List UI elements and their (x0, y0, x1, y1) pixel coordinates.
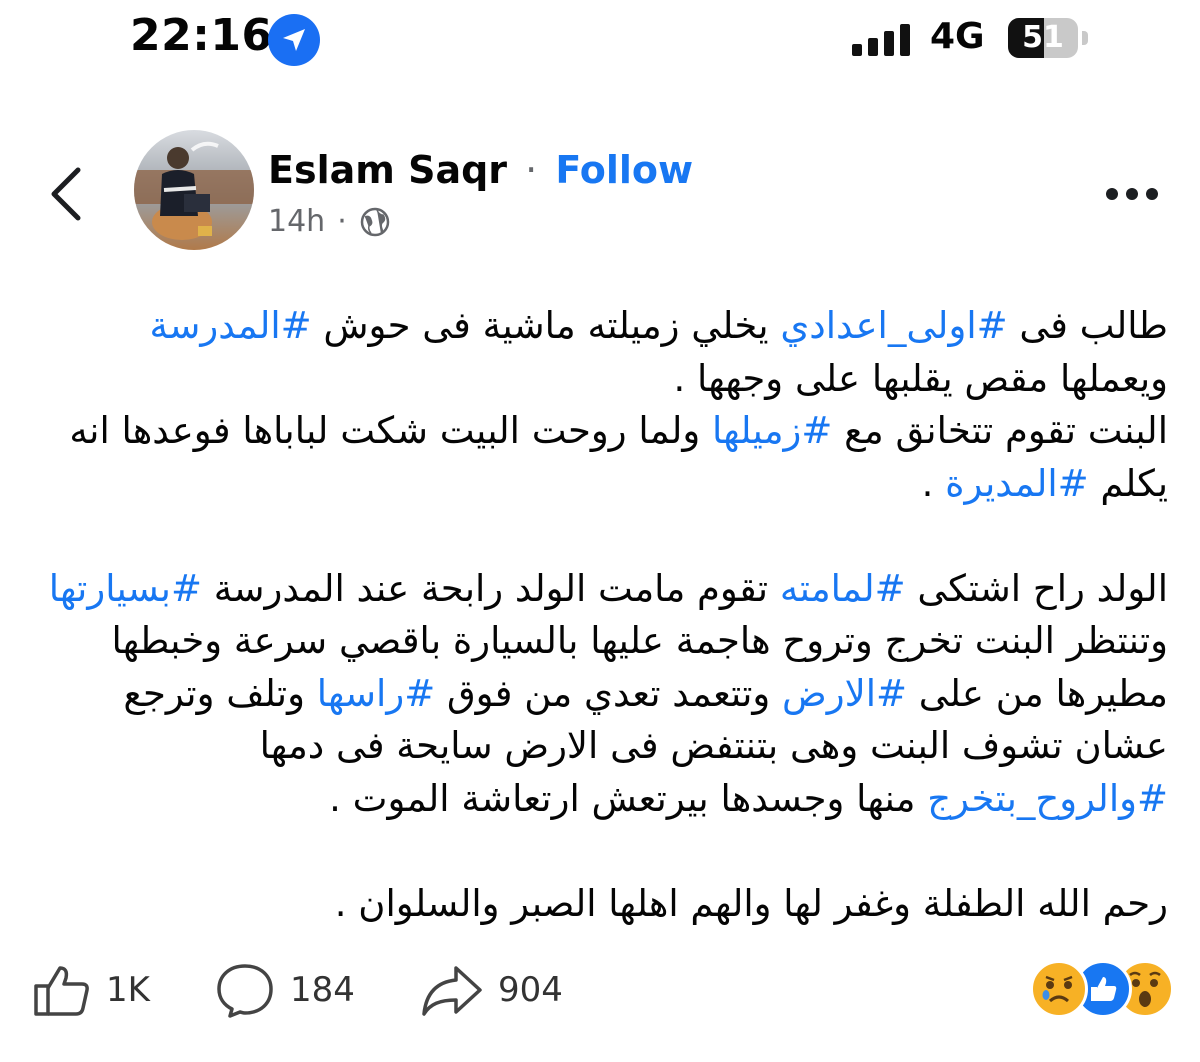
more-horizontal-icon (1106, 188, 1118, 200)
post-paragraph: رحم الله الطفلة وغفر لها والهم اهلها الص… (334, 881, 1168, 925)
post-text-span: ويعملها مقص يقلبها على وجهها . (673, 356, 1168, 400)
post-text-span: الولد راح اشتكى (905, 566, 1168, 610)
share-count: 904 (498, 970, 563, 1010)
post-text-span: طالب فى (1007, 304, 1168, 347)
post-paragraph: البنت تقوم تتخانق مع #زميلها ولما روحت ا… (30, 405, 1168, 510)
status-bar: 22:16 4G 51 (0, 0, 1200, 80)
post-text-span: وتتعمد تعدي من فوق (435, 671, 783, 715)
comment-count: 184 (290, 970, 355, 1010)
battery-icon: 51 (1008, 18, 1090, 60)
status-time: 22:16 (130, 10, 273, 61)
sad-face-icon (1030, 960, 1088, 1018)
more-options-button[interactable] (1102, 184, 1162, 208)
post-text-span: تقوم مامت الولد رابحة عند المدرسة (201, 566, 780, 610)
back-button[interactable] (46, 166, 86, 222)
hashtag-link[interactable]: #بسيارتها (49, 567, 202, 610)
reaction-summary[interactable] (1030, 960, 1174, 1018)
signal-bars-icon (852, 22, 922, 56)
hashtag-link[interactable]: #والروح_بتخرج (927, 777, 1168, 820)
hashtag-link[interactable]: #اولى_اعدادي (780, 304, 1007, 347)
post-author-row: Eslam Saqr · Follow (268, 148, 693, 192)
hashtag-link[interactable]: #الارض (782, 672, 907, 715)
hashtag-link[interactable]: #المدرسة (150, 304, 312, 347)
thumbs-up-icon (34, 966, 89, 1016)
like-button[interactable]: 1K (32, 960, 150, 1020)
post-text-span: البنت تقوم تتخانق مع (832, 409, 1168, 452)
post-paragraph: طالب فى #اولى_اعدادي يخلي زميلته ماشية ف… (30, 300, 1168, 405)
hashtag-link[interactable]: #راسها (317, 672, 435, 715)
meta-separator: · (337, 204, 347, 239)
post-text-span: يخلي زميلته ماشية فى حوش (311, 304, 781, 347)
post-text-span: . (921, 461, 946, 505)
battery-level: 51 (1022, 20, 1064, 55)
chevron-left-icon (51, 167, 81, 221)
location-arrow-icon (268, 14, 320, 66)
network-type: 4G (930, 16, 985, 57)
author-name[interactable]: Eslam Saqr (268, 148, 507, 192)
post-body: طالب فى #اولى_اعدادي يخلي زميلته ماشية ف… (30, 300, 1168, 930)
post-meta: 14h · (268, 204, 391, 239)
globe-icon (360, 207, 389, 236)
avatar[interactable] (134, 130, 254, 250)
post-text-span: منها وجسدها بيرتعش ارتعاشة الموت . (329, 776, 928, 820)
post-timestamp[interactable]: 14h (268, 204, 325, 239)
share-button[interactable]: 904 (420, 960, 563, 1020)
comment-bubble-icon (217, 964, 273, 1018)
separator-dot: · (525, 148, 538, 192)
comment-button[interactable]: 184 (214, 960, 355, 1020)
hashtag-link[interactable]: #المديرة (945, 462, 1088, 505)
post-paragraph: الولد راح اشتكى #لمامته تقوم مامت الولد … (30, 563, 1168, 826)
follow-button[interactable]: Follow (555, 148, 693, 192)
hashtag-link[interactable]: #لمامته (780, 567, 906, 610)
hashtag-link[interactable]: #زميلها (712, 409, 832, 452)
like-count: 1K (106, 970, 150, 1010)
share-arrow-icon (422, 966, 482, 1016)
